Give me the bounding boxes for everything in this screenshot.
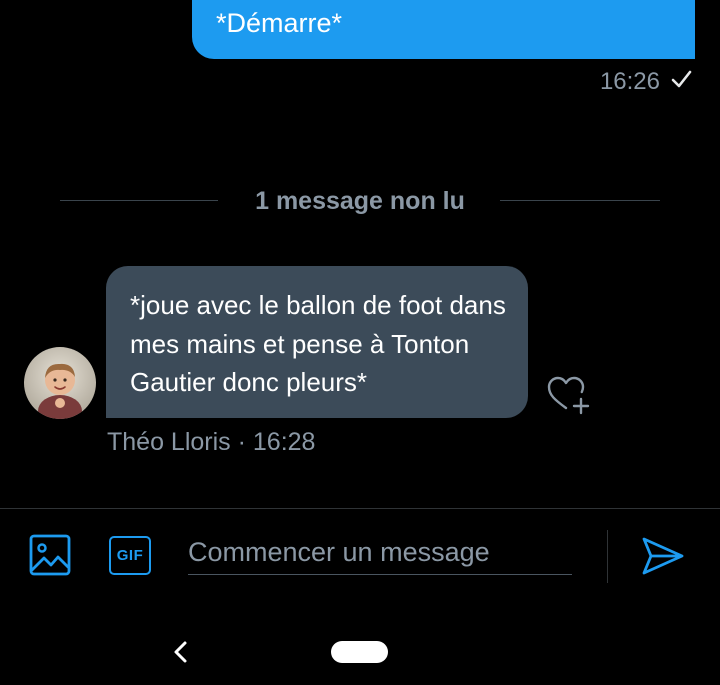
gif-label: GIF: [116, 547, 144, 564]
home-pill[interactable]: [331, 641, 388, 663]
image-icon[interactable]: [29, 534, 71, 576]
received-message-text: *joue avec le ballon de foot dans mes ma…: [130, 290, 506, 397]
back-chevron-icon[interactable]: [170, 639, 192, 665]
sent-message-text: *Démarre*: [216, 8, 343, 38]
gif-button[interactable]: GIF: [109, 536, 151, 575]
message-input[interactable]: [188, 530, 572, 575]
composer-divider: [0, 508, 720, 509]
unread-divider-line-right: [500, 200, 660, 201]
composer-separator: [607, 530, 608, 583]
sent-message-meta: 16:26: [600, 68, 692, 96]
send-icon[interactable]: [640, 534, 686, 578]
check-icon: [670, 68, 692, 96]
received-message-meta: Théo Lloris · 16:28: [107, 428, 316, 456]
heart-plus-icon[interactable]: [545, 374, 593, 418]
avatar[interactable]: [24, 347, 96, 419]
sent-message-time: 16:26: [599, 68, 660, 95]
unread-divider-label: 1 message non lu: [255, 187, 465, 215]
